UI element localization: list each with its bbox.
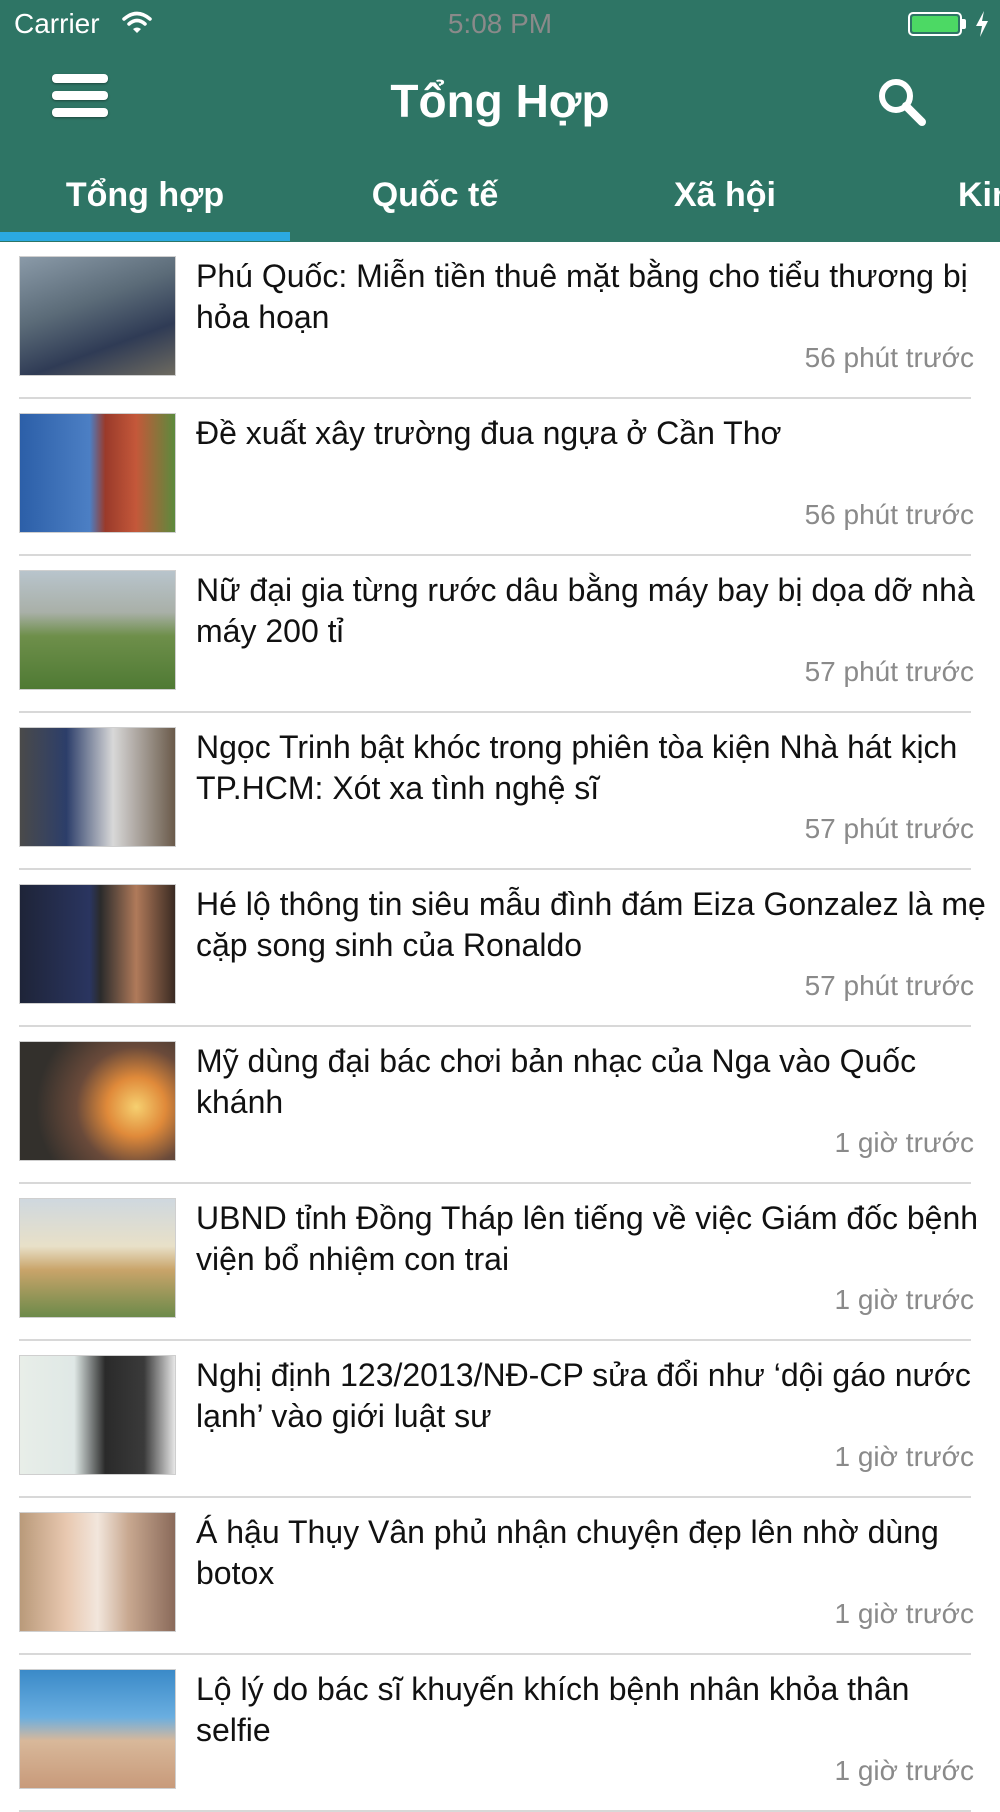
article-time: 1 giờ trước [834,1598,975,1629]
list-item[interactable]: Đề xuất xây trường đua ngựa ở Cần Thơ 56… [0,399,1000,556]
article-title: Á hậu Thụy Vân phủ nhận chuyện đẹp lên n… [196,1514,939,1591]
list-item[interactable]: Ngọc Trinh bật khóc trong phiên tòa kiện… [0,713,1000,870]
article-thumbnail [19,1041,176,1161]
nav-bar: Tổng Hợp [0,52,1000,152]
article-time: 57 phút trước [804,813,974,844]
article-time: 1 giờ trước [834,1284,975,1315]
active-tab-indicator [0,232,290,241]
article-thumbnail [19,1198,176,1318]
list-item[interactable]: Á hậu Thụy Vân phủ nhận chuyện đẹp lên n… [0,1498,1000,1655]
list-item[interactable]: Nghị định 123/2013/NĐ-CP sửa đổi như ‘dộ… [0,1341,1000,1498]
category-tabs: Tổng hợp Quốc tế Xã hội Kin [0,160,1000,242]
tab-xa-hoi[interactable]: Xã hội [580,160,870,242]
article-thumbnail [19,413,176,533]
tab-kinh-te[interactable]: Kin [870,160,1000,242]
article-thumbnail [19,1355,176,1475]
article-title: Lộ lý do bác sĩ khuyến khích bệnh nhân k… [196,1671,910,1748]
article-time: 1 giờ trước [834,1127,975,1158]
article-thumbnail [19,884,176,1004]
battery-icon [908,12,962,36]
list-item[interactable]: Nữ đại gia từng rước dâu bằng máy bay bị… [0,556,1000,713]
article-time: 57 phút trước [804,970,974,1001]
article-time: 56 phút trước [804,499,974,530]
list-item[interactable]: Lộ lý do bác sĩ khuyến khích bệnh nhân k… [0,1655,1000,1812]
article-time: 1 giờ trước [834,1441,975,1472]
tab-quoc-te[interactable]: Quốc tế [290,160,580,242]
article-time: 57 phút trước [804,656,974,687]
app-header: Carrier 5:08 PM Tổng Hợp Tổng hợp Quốc t… [0,0,1000,242]
article-thumbnail [19,727,176,847]
article-time: 1 giờ trước [834,1755,975,1786]
status-time: 5:08 PM [447,8,553,39]
article-title: Ngọc Trinh bật khóc trong phiên tòa kiện… [196,729,958,806]
tab-tong-hop[interactable]: Tổng hợp [0,160,290,242]
article-title: Mỹ dùng đại bác chơi bản nhạc của Nga và… [196,1043,917,1120]
charging-icon [974,10,990,45]
article-title: Hé lộ thông tin siêu mẫu đình đám Eiza G… [196,886,986,963]
list-item[interactable]: UBND tỉnh Đồng Tháp lên tiếng về việc Gi… [0,1184,1000,1341]
battery-tip [962,19,966,29]
list-item[interactable]: Hé lộ thông tin siêu mẫu đình đám Eiza G… [0,870,1000,1027]
search-icon[interactable] [874,74,930,130]
article-title: UBND tỉnh Đồng Tháp lên tiếng về việc Gi… [196,1200,979,1277]
article-list: Phú Quốc: Miễn tiền thuê mặt bằng cho ti… [0,242,1000,1812]
list-item[interactable]: Mỹ dùng đại bác chơi bản nhạc của Nga và… [0,1027,1000,1184]
page-title: Tổng Hợp [390,75,610,127]
article-thumbnail [19,1512,176,1632]
article-time: 56 phút trước [804,342,974,373]
list-item[interactable]: Phú Quốc: Miễn tiền thuê mặt bằng cho ti… [0,242,1000,399]
article-title: Đề xuất xây trường đua ngựa ở Cần Thơ [196,415,782,451]
article-title: Nghị định 123/2013/NĐ-CP sửa đổi như ‘dộ… [196,1357,971,1434]
article-thumbnail [19,1669,176,1789]
status-bar: Carrier 5:08 PM [0,0,1000,52]
article-thumbnail [19,570,176,690]
article-title: Phú Quốc: Miễn tiền thuê mặt bằng cho ti… [196,258,968,335]
article-thumbnail [19,256,176,376]
article-title: Nữ đại gia từng rước dâu bằng máy bay bị… [196,572,975,649]
